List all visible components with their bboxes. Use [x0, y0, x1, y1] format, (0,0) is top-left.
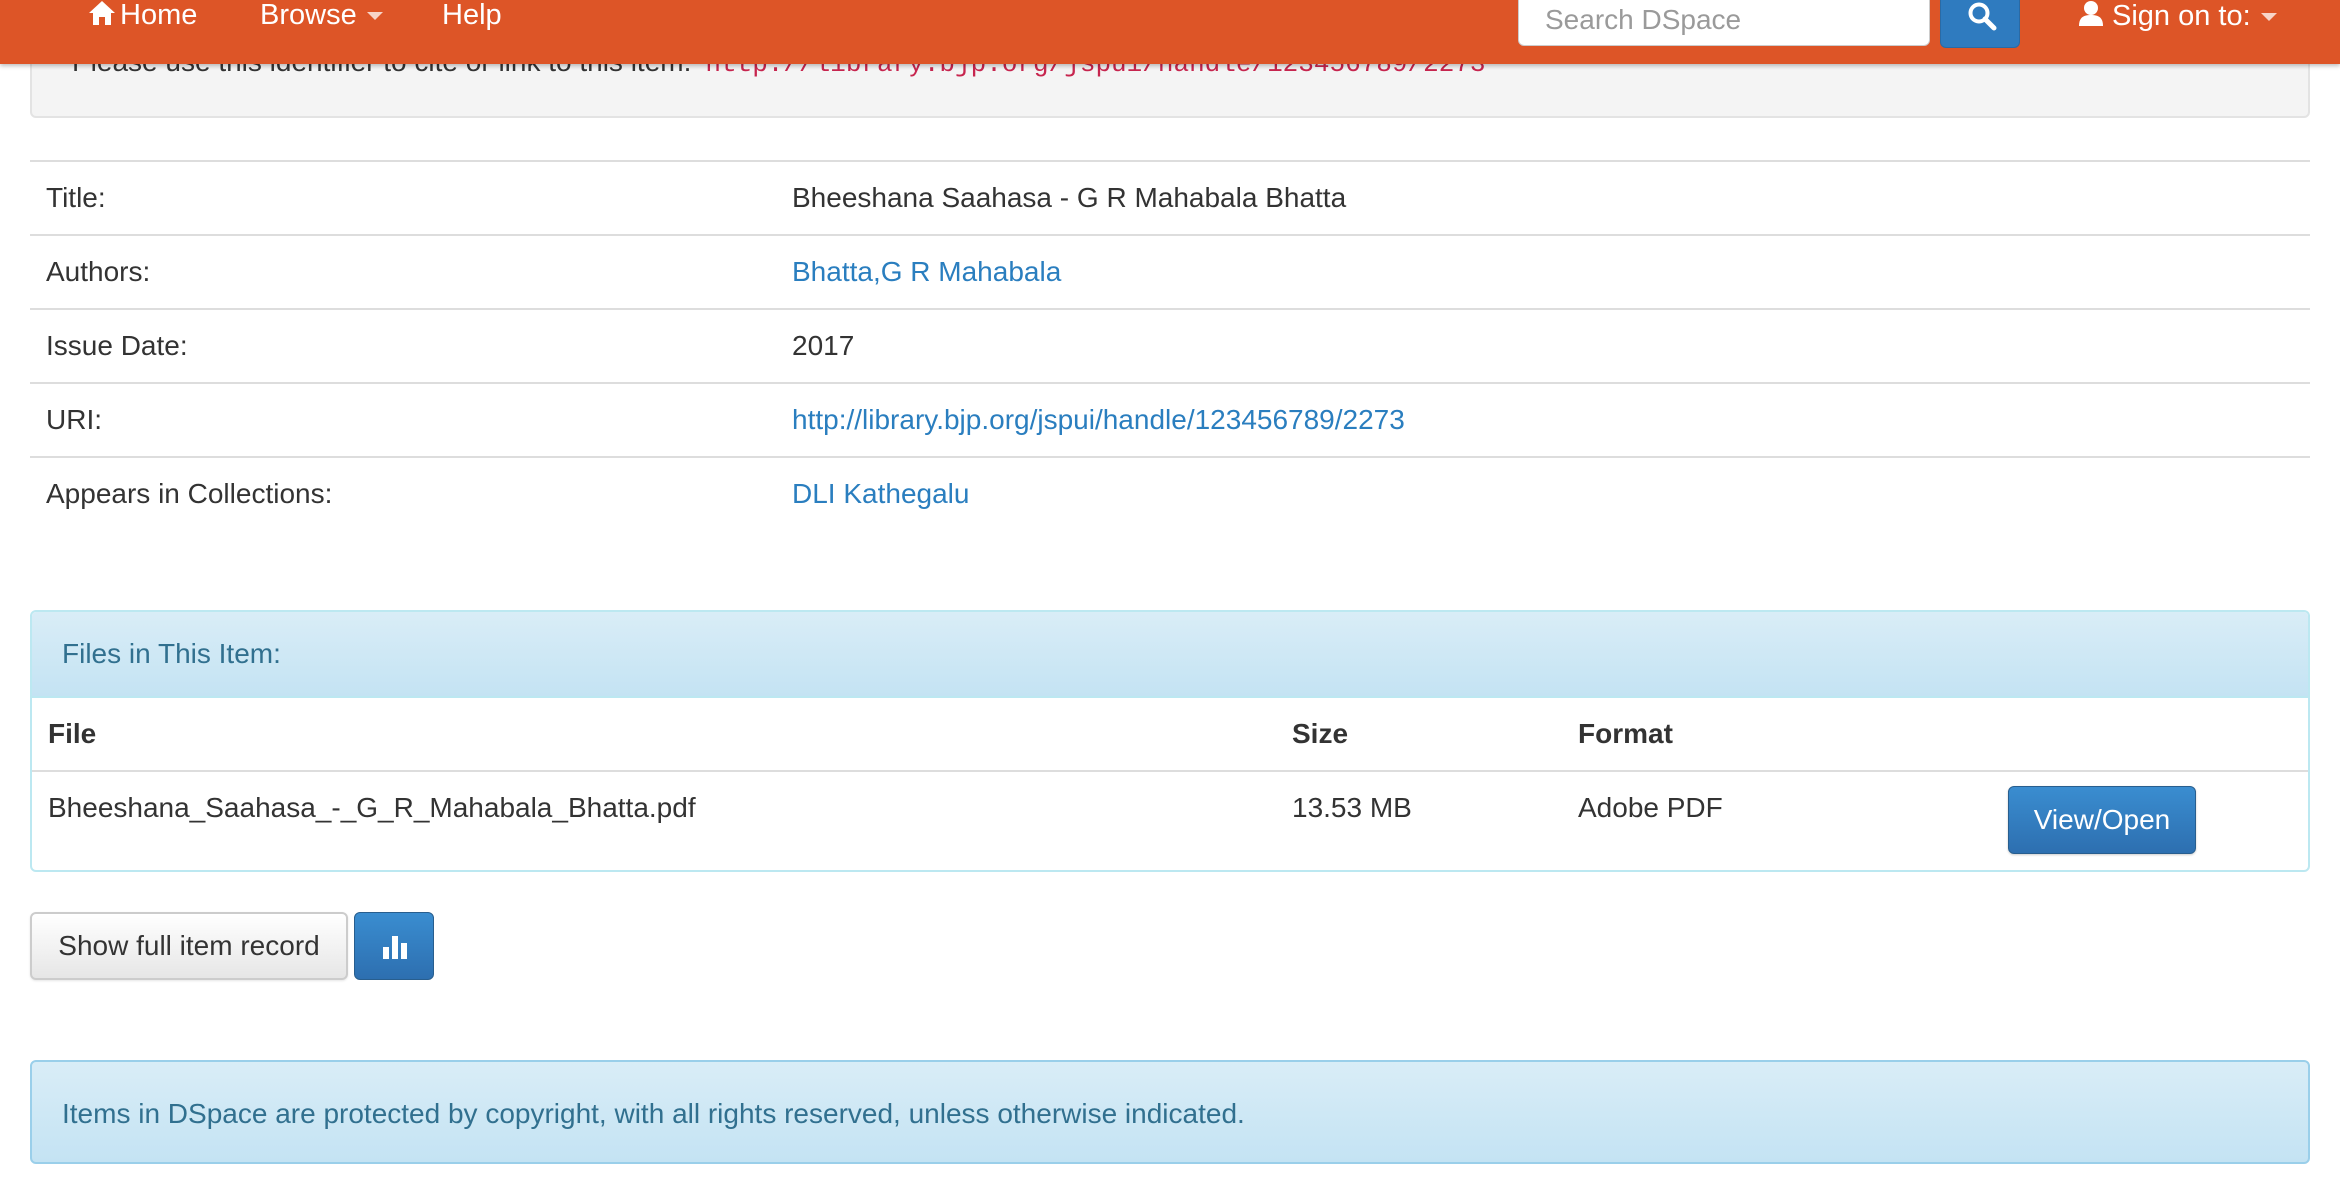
nav-home-label: Home [120, 0, 198, 31]
table-row: Bheeshana_Saahasa_-_G_R_Mahabala_Bhatta.… [32, 772, 2308, 870]
files-panel-title: Files in This Item: [62, 638, 281, 669]
search-button[interactable] [1940, 0, 2020, 48]
collection-link[interactable]: DLI Kathegalu [792, 478, 969, 510]
file-link[interactable]: Bheeshana_Saahasa_-_G_R_Mahabala_Bhatta.… [48, 792, 696, 824]
statistics-button[interactable] [354, 912, 434, 980]
signon-dropdown[interactable]: Sign on to: [2078, 0, 2277, 32]
nav-help-label: Help [442, 0, 502, 31]
item-title-value: Bheeshana Saahasa - G R Mahabala Bhatta [792, 182, 1347, 213]
nav-browse-label: Browse [260, 0, 357, 31]
search-input[interactable] [1518, 0, 1930, 46]
home-icon [89, 1, 115, 25]
metadata-row-authors: Authors: Bhatta,G R Mahabala [30, 236, 2310, 310]
nav-home-link[interactable]: Home [88, 0, 197, 30]
file-size: 13.53 MB [1292, 792, 1412, 823]
files-table-header: File Size Format [32, 698, 2308, 772]
column-header-file: File [48, 718, 97, 749]
files-panel: Files in This Item: File Size Format Bhe… [30, 610, 2310, 872]
metadata-label: Authors: [46, 256, 151, 287]
files-panel-heading: Files in This Item: [32, 612, 2308, 698]
signon-label: Sign on to: [2112, 0, 2251, 32]
metadata-row-collections: Appears in Collections: DLI Kathegalu [30, 458, 2310, 530]
file-format: Adobe PDF [1578, 792, 1723, 823]
column-header-size: Size [1292, 718, 1349, 749]
uri-link[interactable]: http://library.bjp.org/jspui/handle/1234… [792, 404, 1405, 436]
metadata-row-issue-date: Issue Date: 2017 [30, 310, 2310, 384]
nav-browse-dropdown[interactable]: Browse [260, 0, 383, 30]
metadata-label: Issue Date: [46, 330, 188, 361]
column-header-format: Format [1578, 718, 1673, 749]
issue-date-value: 2017 [792, 330, 855, 361]
top-navbar: Home Browse Help Sign on to: [0, 0, 2340, 64]
nav-help-link[interactable]: Help [442, 0, 502, 30]
view-open-button[interactable]: View/Open [2008, 786, 2196, 854]
metadata-label: Appears in Collections: [46, 478, 333, 509]
chevron-down-icon [366, 12, 383, 21]
chevron-down-icon [2260, 13, 2277, 22]
author-link[interactable]: Bhatta,G R Mahabala [792, 256, 1061, 288]
metadata-label: Title: [46, 182, 106, 213]
metadata-row-uri: URI: http://library.bjp.org/jspui/handle… [30, 384, 2310, 458]
user-icon [2079, 1, 2103, 26]
copyright-alert: Items in DSpace are protected by copyrig… [30, 1060, 2310, 1164]
show-full-record-button[interactable]: Show full item record [30, 912, 348, 980]
bar-chart-icon [383, 936, 407, 959]
copyright-text: Items in DSpace are protected by copyrig… [62, 1098, 1245, 1129]
search-icon [1968, 2, 1997, 31]
metadata-label: URI: [46, 404, 102, 435]
metadata-row-title: Title: Bheeshana Saahasa - G R Mahabala … [30, 162, 2310, 236]
item-metadata-table: Title: Bheeshana Saahasa - G R Mahabala … [30, 160, 2310, 530]
